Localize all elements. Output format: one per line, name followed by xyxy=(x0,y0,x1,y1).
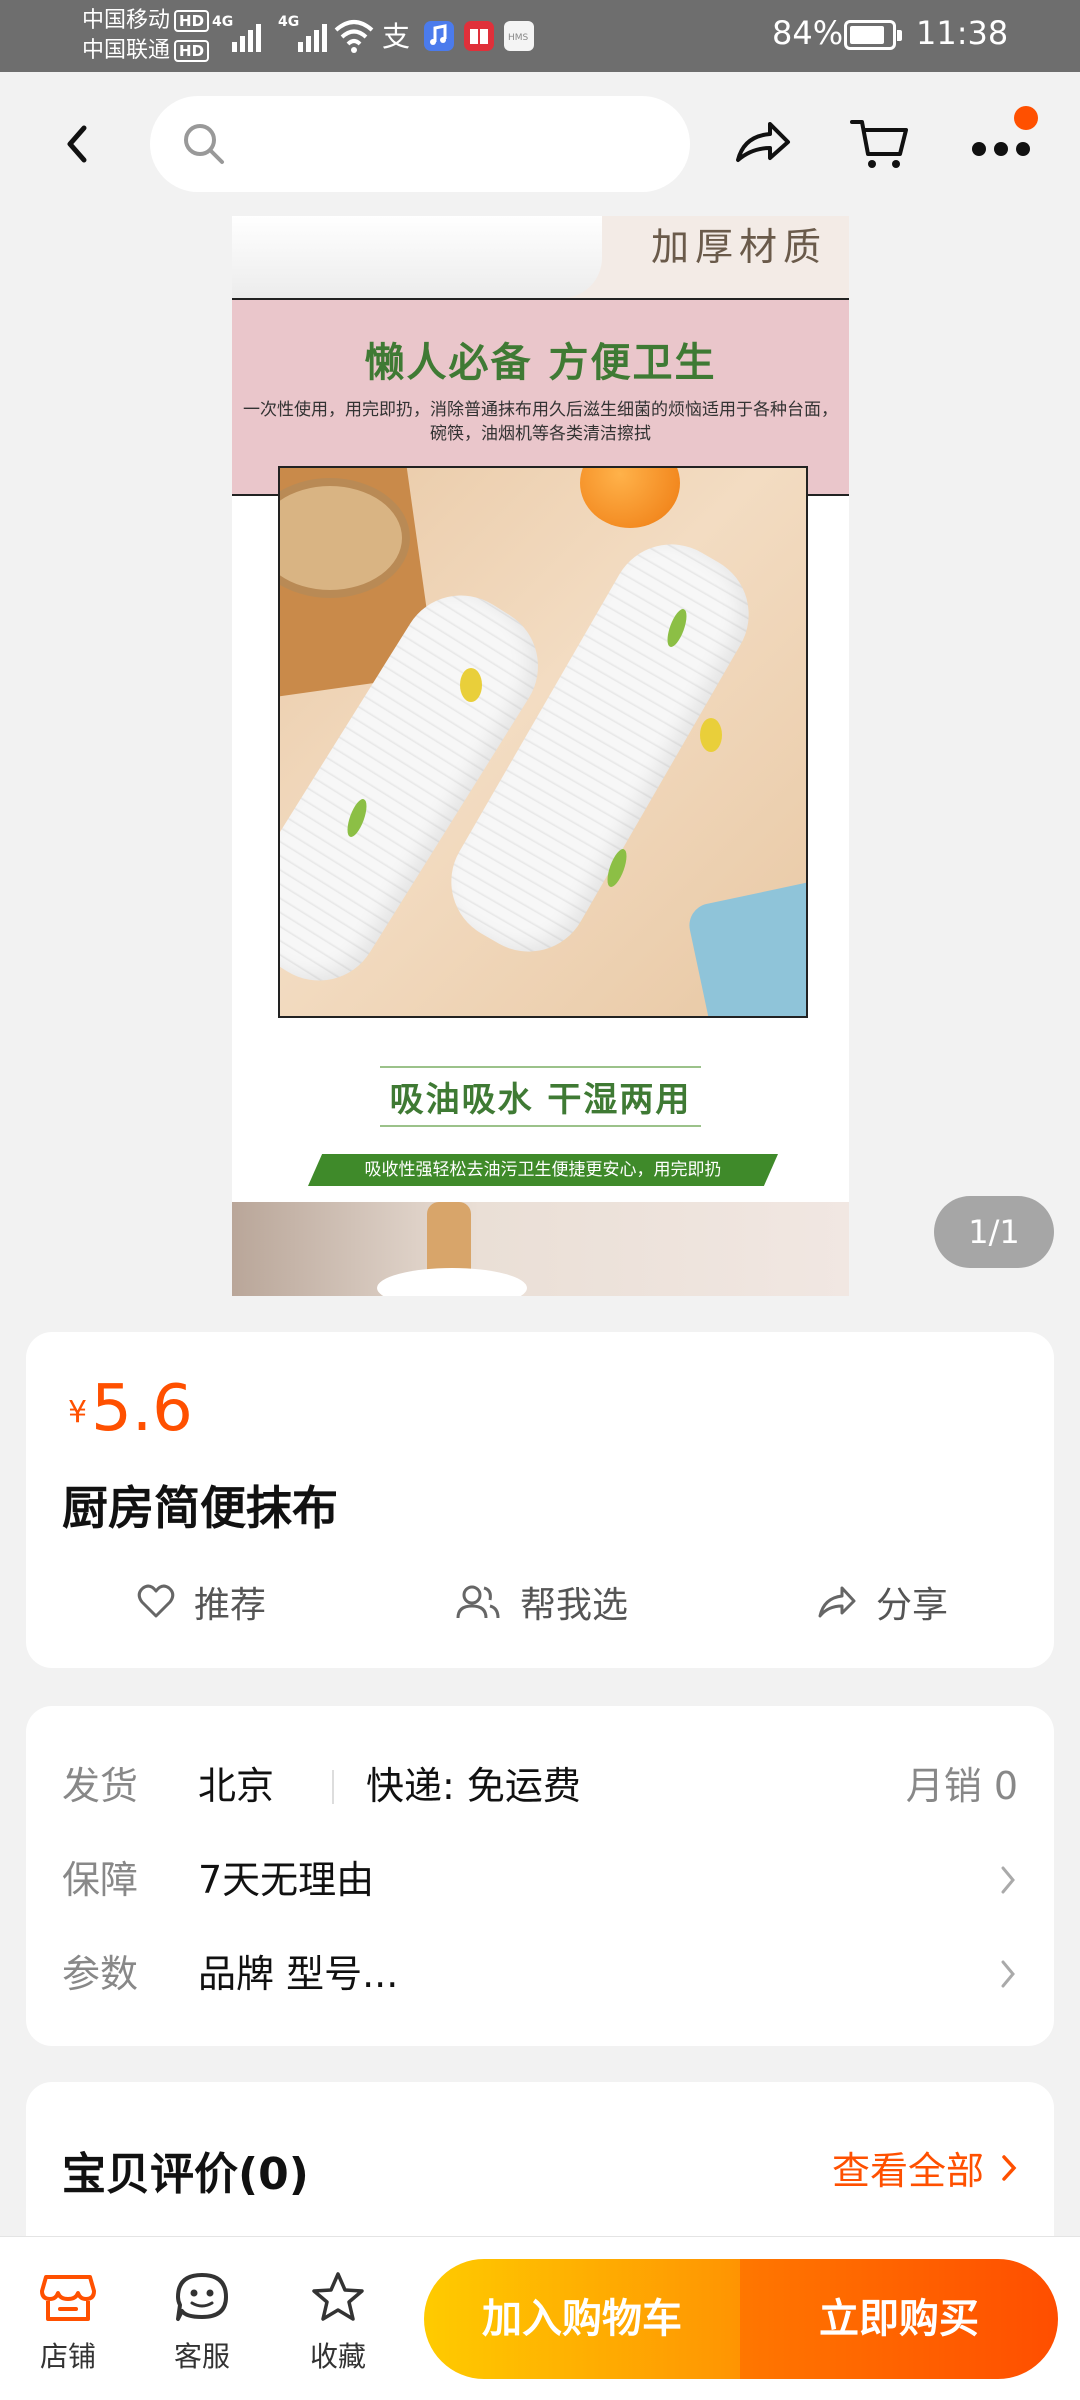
cart-icon[interactable] xyxy=(848,112,912,176)
more-dot xyxy=(1016,142,1030,156)
more-dot xyxy=(972,142,986,156)
image-description: 一次性使用，用完即扔，消除普通抹布用久后滋生细菌的烦恼适用于各种台面，碗筷，油烟… xyxy=(243,400,838,444)
params-row[interactable]: 参数 品牌 型号... xyxy=(62,1944,1018,2004)
pineapple-print xyxy=(460,668,482,702)
carrier-1: 中国移动 xyxy=(82,8,171,33)
image-top-caption: 加厚材质 xyxy=(650,225,827,269)
product-photo xyxy=(278,466,808,1018)
ship-from: 北京 xyxy=(198,1764,275,1808)
add-to-cart-button[interactable]: 加入购物车 xyxy=(424,2259,740,2379)
back-icon[interactable] xyxy=(52,114,108,174)
product-image[interactable]: 加厚材质 懒人必备 方便卫生 一次性使用，用完即扔，消除普通抹布用久后滋生细菌的… xyxy=(232,216,849,1296)
paper-roll-graphic xyxy=(377,1268,527,1296)
feature-title-wrap: 吸油吸水 干湿两用 xyxy=(232,1066,849,1127)
chat-face-icon xyxy=(176,2273,228,2321)
tray xyxy=(685,871,806,1016)
share-icon[interactable] xyxy=(730,112,794,176)
more-dot xyxy=(994,142,1008,156)
search-icon xyxy=(184,124,224,164)
params-key: 参数 xyxy=(62,1952,139,1996)
pineapple-print xyxy=(700,718,722,752)
view-all-reviews-link[interactable]: 查看全部 xyxy=(832,2140,1018,2195)
more-menu-button[interactable] xyxy=(966,106,1038,176)
customer-service-button[interactable]: 客服 xyxy=(152,2271,252,2375)
guarantee-value: 7天无理由 xyxy=(198,1858,375,1902)
bottom-action-bar: 店铺 客服 收藏 加入购物车 立即购买 xyxy=(0,2236,1080,2400)
favorite-button[interactable]: 收藏 xyxy=(288,2271,388,2375)
battery-icon xyxy=(844,20,902,50)
top-nav xyxy=(0,72,1080,216)
feature-title: 吸油吸水 干湿两用 xyxy=(379,1066,702,1127)
price: ¥5.6 xyxy=(68,1372,193,1446)
alipay-icon: 支 xyxy=(382,20,410,53)
monthly-sales: 月销 0 xyxy=(905,1764,1018,1808)
shipping-card: 发货 北京 快递: 免运费 月销 0 保障 7天无理由 参数 品牌 型号... xyxy=(26,1706,1054,2046)
favorite-label: 收藏 xyxy=(309,2340,366,2373)
help-me-choose-button[interactable]: 帮我选 xyxy=(454,1570,628,1634)
chevron-right-icon xyxy=(1001,1866,1015,1894)
svg-text:支: 支 xyxy=(382,20,410,53)
image-bottom-section xyxy=(232,1202,849,1296)
divider xyxy=(332,1770,334,1804)
star-icon xyxy=(312,2272,364,2321)
shipping-key: 发货 xyxy=(62,1764,139,1808)
recommend-label: 推荐 xyxy=(194,1585,267,1626)
signal-icon: 4G xyxy=(212,14,261,52)
store-button[interactable]: 店铺 xyxy=(18,2271,118,2375)
paper-roll-graphic xyxy=(232,216,602,298)
customer-service-label: 客服 xyxy=(173,2340,230,2373)
params-value: 品牌 型号... xyxy=(198,1952,399,1996)
reader-icon xyxy=(464,21,494,51)
network-type-label: 4G xyxy=(212,14,234,30)
hms-icon: HMS xyxy=(504,21,534,51)
carrier-2: 中国联通 xyxy=(82,38,171,63)
price-card: ¥5.6 厨房简便抹布 推荐 帮我选 分享 xyxy=(26,1332,1054,1668)
share-button[interactable]: 分享 xyxy=(816,1570,948,1634)
product-title: 厨房简便抹布 xyxy=(62,1481,338,1535)
price-value: 5.6 xyxy=(91,1372,193,1446)
people-icon xyxy=(456,1585,500,1619)
image-headline: 懒人必备 方便卫生 xyxy=(364,339,717,386)
store-icon xyxy=(40,2275,96,2321)
recommend-button[interactable]: 推荐 xyxy=(136,1570,266,1634)
product-actions: 推荐 帮我选 分享 xyxy=(26,1570,1054,1634)
hd-badge: HD xyxy=(174,40,210,62)
guarantee-key: 保障 xyxy=(62,1858,139,1902)
hd-badge: HD xyxy=(174,10,210,32)
share-icon xyxy=(818,1586,856,1618)
buy-now-button[interactable]: 立即购买 xyxy=(740,2259,1058,2379)
feature-banner: 吸收性强轻松去油污卫生便捷更安心，用完即扔 xyxy=(308,1154,778,1186)
notification-badge xyxy=(1014,106,1038,130)
svg-text:HMS: HMS xyxy=(508,33,529,43)
review-title: 宝贝评价(0) xyxy=(62,2149,309,2200)
orange xyxy=(580,468,680,528)
view-all-label: 查看全部 xyxy=(831,2149,984,2193)
chevron-right-icon xyxy=(1002,2154,1017,2181)
shipping-row: 发货 北京 快递: 免运费 月销 0 xyxy=(62,1756,1018,1816)
signal-icon: 4G xyxy=(278,14,327,52)
store-label: 店铺 xyxy=(39,2340,96,2373)
carrier-info: 中国移动 HD 中国联通 HD xyxy=(82,6,210,66)
music-icon xyxy=(424,21,454,51)
chevron-right-icon xyxy=(1001,1960,1015,1988)
clock: 11:38 xyxy=(916,14,1009,52)
heart-icon xyxy=(137,1584,175,1618)
battery-percent: 84% xyxy=(772,14,844,52)
image-headline-panel: 懒人必备 方便卫生 一次性使用，用完即扔，消除普通抹布用久后滋生细菌的烦恼适用于… xyxy=(232,300,849,494)
network-type-label: 4G xyxy=(278,14,300,30)
share-label: 分享 xyxy=(876,1585,949,1626)
image-top-section: 加厚材质 xyxy=(232,216,849,298)
currency-symbol: ¥ xyxy=(68,1395,88,1430)
search-input[interactable] xyxy=(150,96,690,192)
status-bar: 中国移动 HD 中国联通 HD 4G 4G 支 HMS 84% 11:38 xyxy=(0,0,1080,72)
image-page-indicator: 1/1 xyxy=(934,1196,1054,1268)
guarantee-row[interactable]: 保障 7天无理由 xyxy=(62,1850,1018,1910)
help-me-choose-label: 帮我选 xyxy=(520,1585,629,1626)
express-info: 快递: 免运费 xyxy=(366,1764,581,1808)
wifi-icon xyxy=(334,20,374,53)
